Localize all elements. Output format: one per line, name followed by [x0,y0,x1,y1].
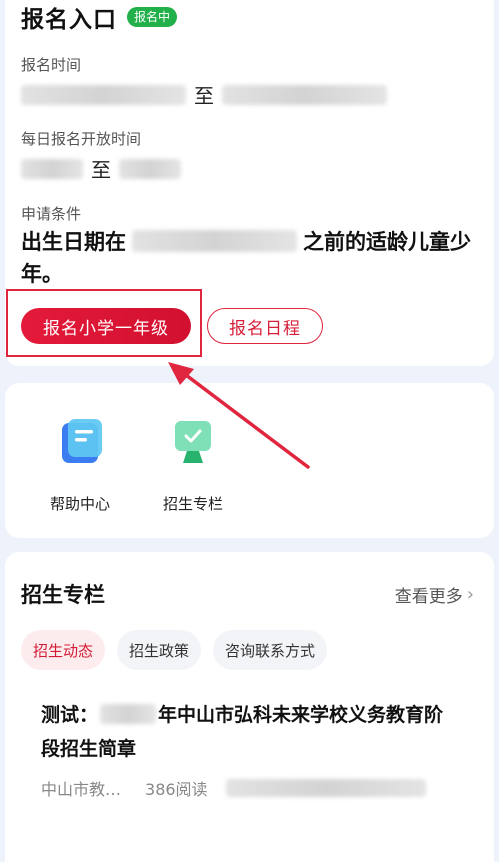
article-meta: 中山市教… 386阅读 [41,776,426,800]
article-title[interactable]: 测试： 年中山市弘科未来学校义务教育阶段招生简章 [41,698,461,766]
blurred-open-time [21,158,83,179]
tab-contact-info[interactable]: 咨询联系方式 [213,630,328,670]
condition-text: 出生日期在 之前的适龄儿童少年。 [21,226,481,290]
condition-prefix: 出生日期在 [21,230,126,254]
quick-link-help-center[interactable]: 帮助中心 [35,413,125,514]
help-center-label: 帮助中心 [49,495,110,513]
registration-header: 报名入口 报名中 [21,0,178,34]
blurred-birth-date [132,230,297,252]
daily-separator: 至 [91,158,111,182]
article-source: 中山市教… [41,780,122,799]
quick-link-enrollment-column[interactable]: 招生专栏 [148,413,238,514]
tab-enrollment-policy[interactable]: 招生政策 [117,630,202,670]
blurred-close-time [119,158,181,179]
condition-label: 申请条件 [21,205,82,223]
column-title: 招生专栏 [21,583,105,607]
blurred-end-time [222,84,387,105]
registration-time-label: 报名时间 [21,56,82,74]
blurred-start-time [21,84,186,105]
blurred-publish-time [225,779,426,797]
enrollment-column-label: 招生专栏 [162,495,223,513]
chevron-right-icon: › [466,584,474,605]
view-more-label: 查看更多 [394,587,463,607]
registration-title: 报名入口 [21,7,117,33]
quick-links-card: 帮助中心 招生专栏 [5,383,494,538]
view-more-link[interactable]: 查看更多 › [395,582,474,607]
register-grade-one-button[interactable]: 报名小学一年级 [21,308,191,344]
registration-card: 报名入口 报名中 报名时间 至 每日报名开放时间 至 申请条件 出生日期在 之前的… [5,0,494,366]
registration-schedule-button[interactable]: 报名日程 [207,308,323,344]
column-tabs: 招生动态 招生政策 咨询联系方式 [21,630,328,670]
registration-time-value: 至 [21,80,387,109]
enrollment-column-icon [163,413,223,473]
time-separator: 至 [194,84,214,108]
blurred-year [100,704,157,724]
help-center-icon [50,413,110,473]
enrollment-column-card: 招生专栏 查看更多 › 招生动态 招生政策 咨询联系方式 测试： 年中山市弘科未来… [5,552,494,862]
article-read-count: 386阅读 [145,780,208,799]
article-title-prefix: 测试： [41,704,99,726]
daily-open-time-value: 至 [21,154,181,183]
tab-enrollment-news[interactable]: 招生动态 [21,630,106,670]
status-badge: 报名中 [127,7,178,27]
daily-open-time-label: 每日报名开放时间 [21,130,142,148]
